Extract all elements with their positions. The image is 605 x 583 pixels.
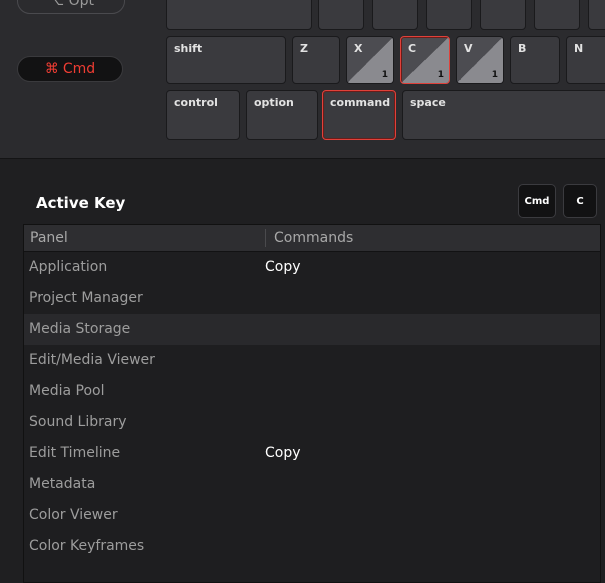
table-row[interactable]: Edit Timeline Copy [24, 438, 600, 469]
key-x-label: X [354, 42, 363, 55]
table-row[interactable]: Project Manager [24, 283, 600, 314]
key-top-7[interactable] [588, 0, 605, 30]
key-v[interactable]: V 1 [456, 36, 504, 84]
key-x[interactable]: X 1 [346, 36, 394, 84]
key-v-count: 1 [491, 70, 498, 80]
active-key-table: Panel Commands Application Copy Project … [23, 224, 601, 583]
key-b-label: B [518, 42, 527, 55]
column-divider[interactable] [265, 229, 266, 247]
table-row[interactable]: Media Pool [24, 376, 600, 407]
key-space[interactable]: space [402, 90, 605, 140]
active-key-title: Active Key [36, 194, 126, 212]
key-x-count: 1 [381, 70, 388, 80]
key-command-label: command [330, 96, 391, 109]
key-z-label: Z [300, 42, 308, 55]
row-panel-name: Metadata [29, 476, 96, 492]
key-n-label: N [574, 42, 584, 55]
table-row[interactable]: Sound Library [24, 407, 600, 438]
row-panel-name: Project Manager [29, 290, 143, 306]
active-key-chip-cmd[interactable]: Cmd [518, 184, 556, 218]
row-panel-name: Media Storage [29, 321, 131, 337]
active-key-chip-c[interactable]: C [563, 184, 597, 218]
key-n[interactable]: N [566, 36, 605, 84]
row-panel-name: Edit/Media Viewer [29, 352, 155, 368]
key-option[interactable]: option [246, 90, 318, 140]
key-top-6[interactable] [534, 0, 580, 30]
column-header-panel[interactable]: Panel [30, 230, 68, 246]
row-panel-name: Application [29, 259, 108, 275]
table-row[interactable]: Color Viewer [24, 500, 600, 531]
row-panel-name: Color Keyframes [29, 538, 145, 554]
key-z[interactable]: Z [292, 36, 340, 84]
key-c-count: 1 [437, 70, 444, 80]
key-top-4[interactable] [426, 0, 472, 30]
row-command: Copy [265, 445, 301, 461]
key-option-label: option [254, 96, 294, 109]
key-top-5[interactable] [480, 0, 526, 30]
table-row[interactable]: Metadata [24, 469, 600, 500]
row-panel-name: Color Viewer [29, 507, 118, 523]
key-shift-label: shift [174, 42, 203, 55]
key-b[interactable]: B [510, 36, 560, 84]
keyboard-panel: ⌥ Opt ⌘ Cmd shift Z X 1 C 1 V 1 B N cont… [0, 0, 605, 159]
column-header-commands[interactable]: Commands [274, 230, 353, 246]
key-top-3[interactable] [372, 0, 418, 30]
cmd-modifier-button[interactable]: ⌘ Cmd [17, 56, 123, 82]
option-modifier-label: ⌥ Opt [48, 0, 94, 9]
table-header: Panel Commands [24, 225, 600, 252]
row-panel-name: Sound Library [29, 414, 127, 430]
row-panel-name: Media Pool [29, 383, 105, 399]
key-space-label: space [410, 96, 446, 109]
row-panel-name: Edit Timeline [29, 445, 121, 461]
key-control-label: control [174, 96, 218, 109]
key-c-label: C [408, 42, 417, 55]
cmd-modifier-label: Cmd [62, 61, 96, 77]
key-c[interactable]: C 1 [400, 36, 450, 84]
key-v-label: V [464, 42, 473, 55]
key-top-1[interactable] [166, 0, 312, 30]
option-modifier-button[interactable]: ⌥ Opt [17, 0, 125, 14]
table-row[interactable]: Color Keyframes [24, 531, 600, 562]
key-shift[interactable]: shift [166, 36, 286, 84]
key-command[interactable]: command [322, 90, 396, 140]
row-command: Copy [265, 259, 301, 275]
table-row[interactable]: Application Copy [24, 252, 600, 283]
table-row[interactable]: Edit/Media Viewer [24, 345, 600, 376]
key-top-2[interactable] [318, 0, 364, 30]
table-row-selected[interactable]: Media Storage [24, 314, 600, 345]
key-control[interactable]: control [166, 90, 240, 140]
command-symbol-icon: ⌘ [44, 61, 59, 77]
